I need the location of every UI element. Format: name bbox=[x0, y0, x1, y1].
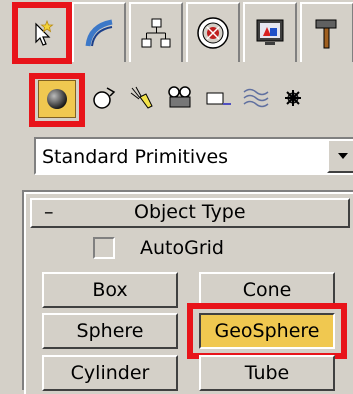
rollout-header[interactable]: – Object Type bbox=[30, 198, 350, 228]
cylinder-button[interactable]: Cylinder bbox=[42, 355, 178, 391]
sphere-button-label: Sphere bbox=[76, 320, 144, 342]
helper-icon bbox=[206, 92, 231, 105]
camera-icon bbox=[168, 86, 191, 108]
geosphere-highlight bbox=[187, 303, 347, 359]
dropdown-value: Standard Primitives bbox=[42, 146, 229, 168]
primitive-type-dropdown[interactable]: Standard Primitives bbox=[34, 137, 353, 175]
motion-tab[interactable] bbox=[186, 2, 240, 62]
hierarchy-icon bbox=[141, 18, 171, 48]
shapes-button[interactable] bbox=[86, 80, 122, 116]
sphere-button[interactable]: Sphere bbox=[42, 313, 178, 349]
cylinder-button-label: Cylinder bbox=[70, 362, 150, 384]
motion-icon bbox=[197, 17, 229, 49]
light-icon bbox=[130, 86, 153, 109]
display-tab[interactable] bbox=[243, 2, 297, 62]
spacewarp-icon bbox=[243, 88, 269, 108]
lights-button[interactable] bbox=[124, 80, 160, 116]
gear-icon bbox=[285, 90, 301, 106]
cone-button-label: Cone bbox=[242, 279, 292, 301]
tube-button-label: Tube bbox=[244, 362, 290, 384]
systems-button[interactable] bbox=[278, 80, 314, 116]
create-tab-highlight bbox=[12, 2, 72, 64]
hierarchy-tab[interactable] bbox=[129, 2, 183, 62]
display-icon bbox=[256, 19, 284, 45]
autogrid-label: AutoGrid bbox=[140, 237, 224, 259]
hammer-icon bbox=[315, 19, 337, 49]
shapes-icon bbox=[93, 87, 116, 109]
space-warps-button[interactable] bbox=[238, 80, 274, 116]
chevron-down-icon bbox=[338, 153, 348, 159]
box-button-label: Box bbox=[92, 279, 128, 301]
modify-tab[interactable] bbox=[72, 2, 126, 62]
autogrid-checkbox[interactable] bbox=[93, 237, 115, 259]
box-button[interactable]: Box bbox=[42, 272, 178, 308]
tube-button[interactable]: Tube bbox=[199, 355, 335, 391]
helpers-button[interactable] bbox=[200, 80, 236, 116]
dropdown-arrow-button[interactable] bbox=[327, 139, 353, 173]
cameras-button[interactable] bbox=[162, 80, 198, 116]
modify-arc-icon bbox=[85, 19, 113, 47]
collapse-symbol: – bbox=[44, 201, 54, 223]
utilities-tab[interactable] bbox=[300, 2, 353, 62]
geometry-highlight bbox=[29, 73, 85, 127]
rollout-title: Object Type bbox=[134, 201, 246, 223]
